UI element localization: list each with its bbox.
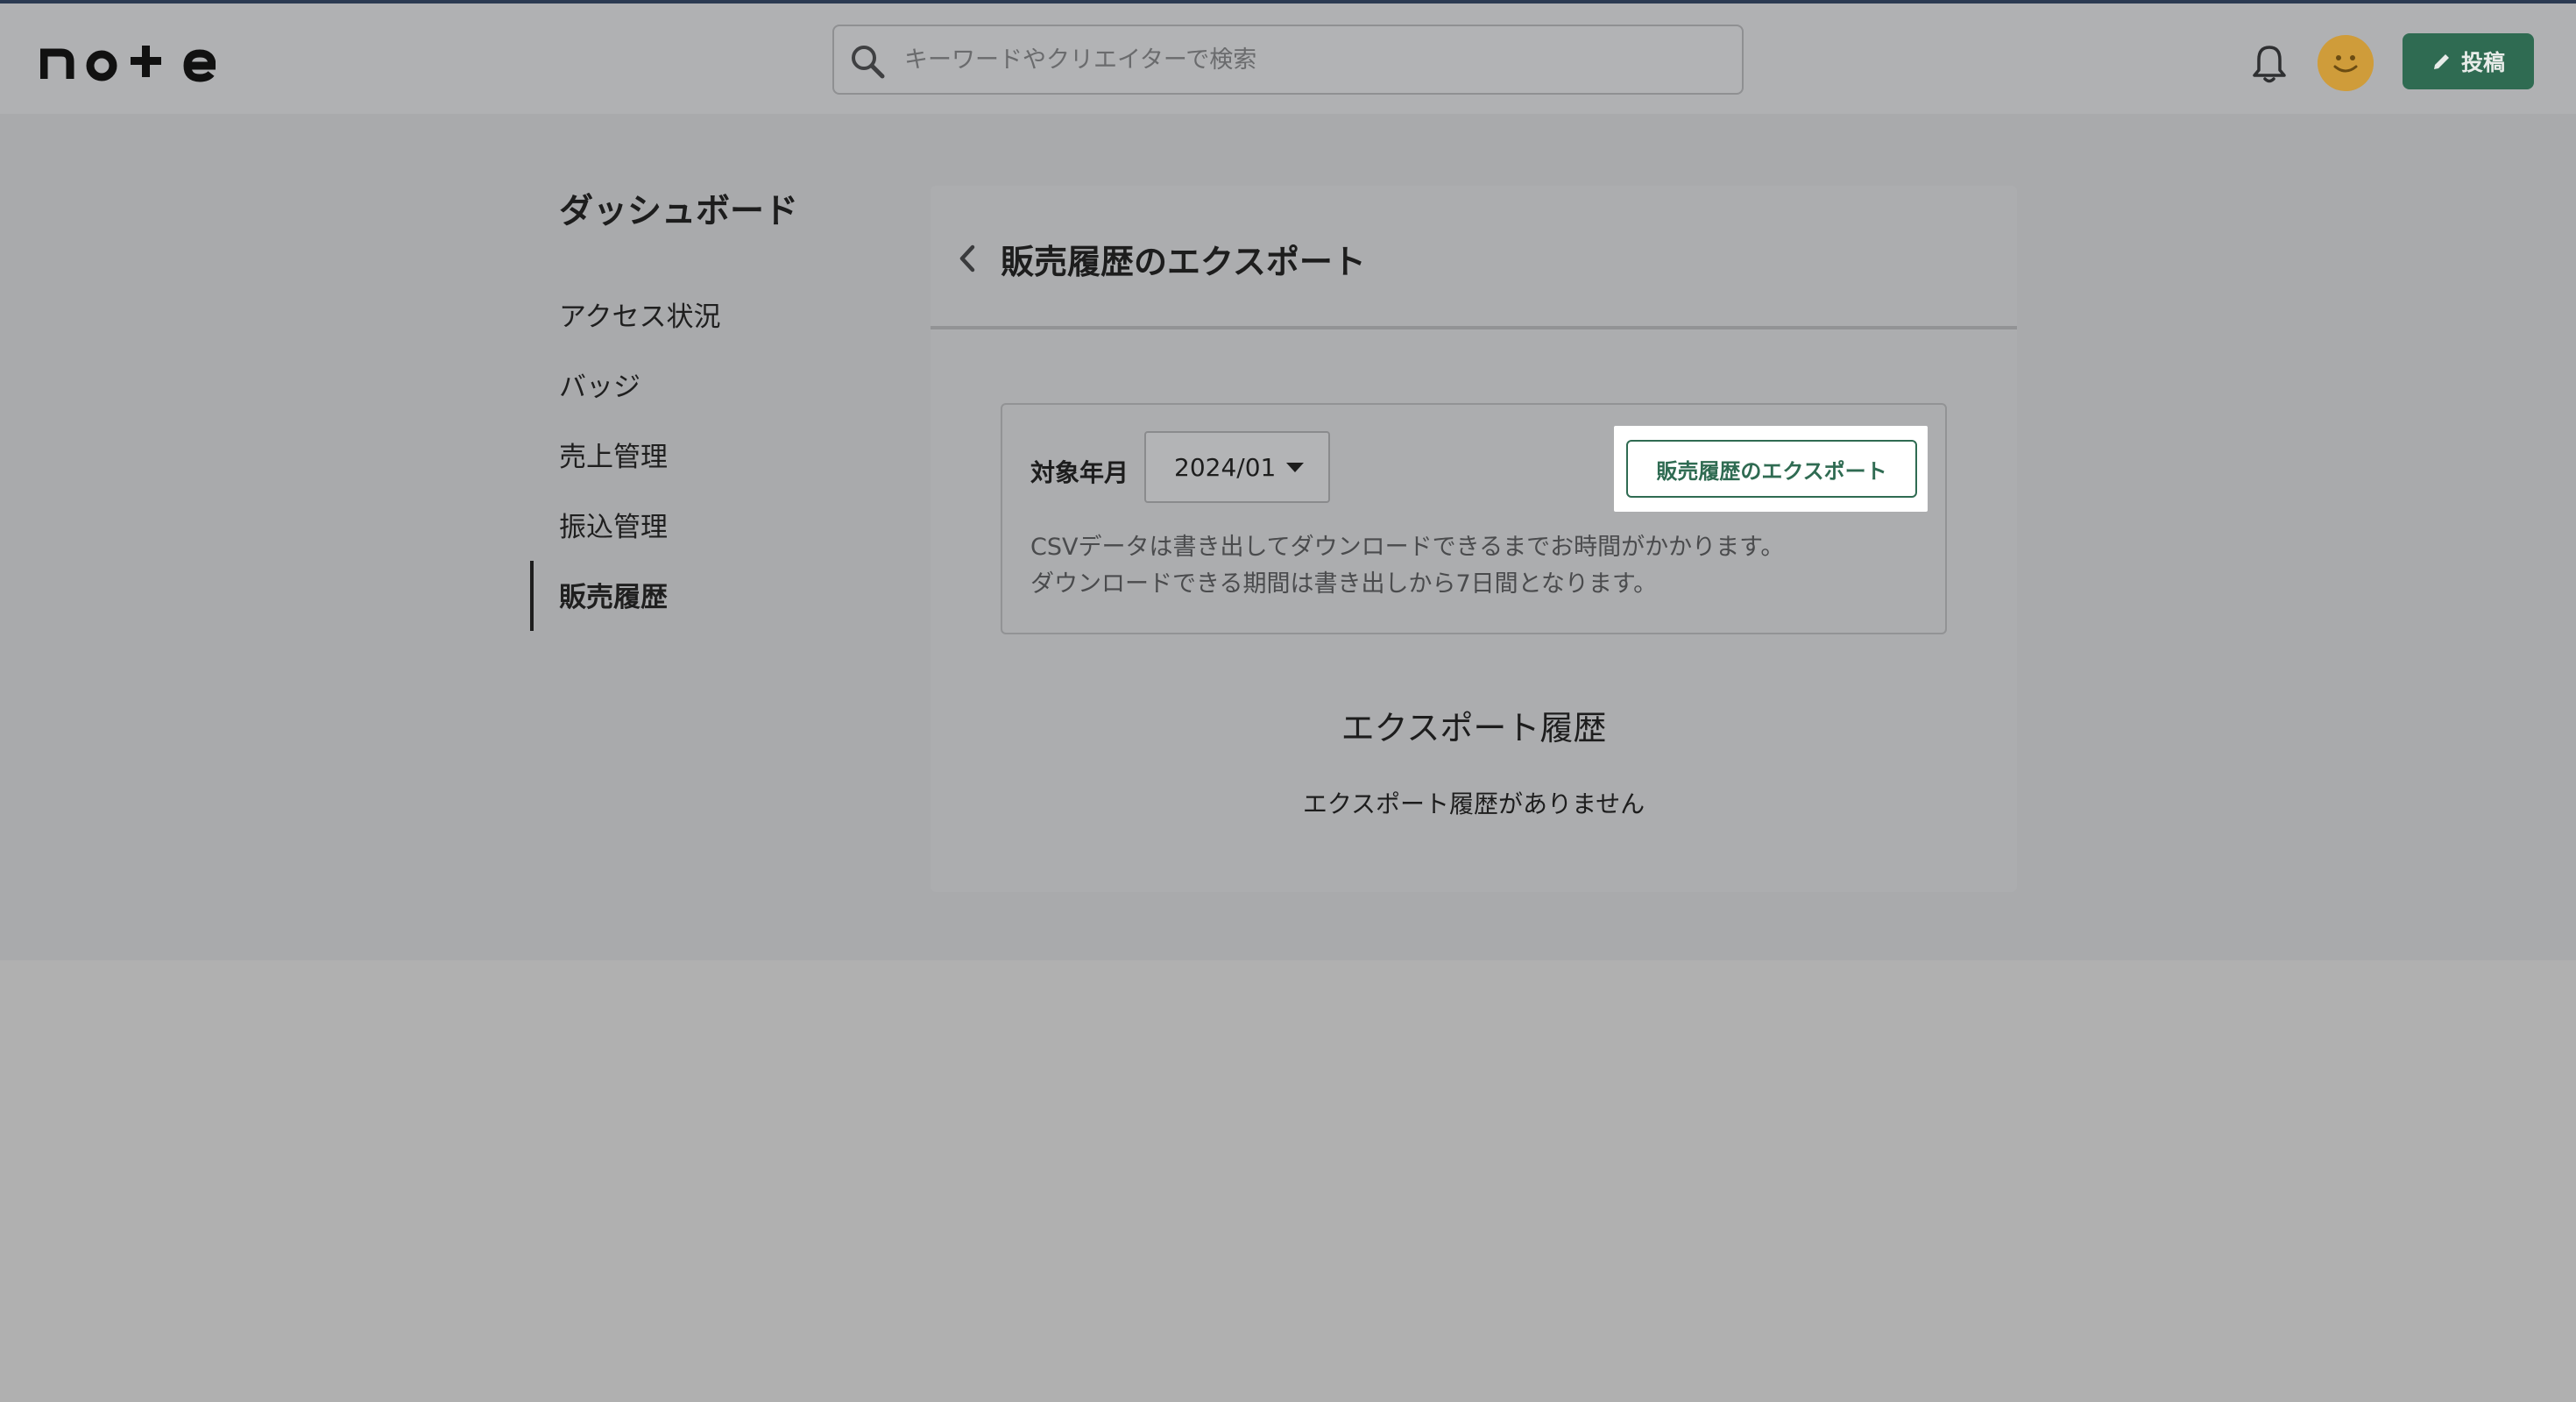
export-history-empty: エクスポート履歴がありません xyxy=(1302,790,1645,818)
target-month-value: 2024/01 xyxy=(1174,452,1277,482)
post-button-label: 投稿 xyxy=(2460,50,2505,75)
sidebar-item-sales-history[interactable]: 販売履歴 xyxy=(559,575,668,614)
page-title: 販売履歴のエクスポート xyxy=(1001,243,1366,281)
sidebar-item-badge[interactable]: バッジ xyxy=(559,365,640,404)
page-footer-area xyxy=(0,960,2576,1402)
bell-icon[interactable] xyxy=(2250,42,2289,84)
chevron-left-icon[interactable] xyxy=(955,240,980,277)
sidebar-active-indicator xyxy=(530,561,534,631)
smiley-face-icon xyxy=(2318,35,2374,91)
export-note-line-1: CSVデータは書き出してダウンロードできるまでお時間がかかります。 xyxy=(1030,534,1785,561)
top-header: 投稿 xyxy=(0,4,2576,114)
sidebar-item-access[interactable]: アクセス状況 xyxy=(559,294,720,334)
export-sales-history-button[interactable]: 販売履歴のエクスポート xyxy=(1626,440,1917,498)
search-input[interactable] xyxy=(904,26,1728,93)
search-bar[interactable] xyxy=(832,25,1744,95)
target-month-select[interactable]: 2024/01 xyxy=(1144,431,1330,503)
sidebar-item-sales[interactable]: 売上管理 xyxy=(559,435,668,474)
export-note-line-2: ダウンロードできる期間は書き出しから7日間となります。 xyxy=(1030,570,1658,598)
post-button[interactable]: 投稿 xyxy=(2403,33,2534,89)
sidebar-item-transfer[interactable]: 振込管理 xyxy=(559,505,668,544)
pencil-icon xyxy=(2433,54,2449,69)
note-logo-icon xyxy=(39,46,216,82)
card-header: 販売履歴のエクスポート xyxy=(931,186,2017,329)
export-card: 販売履歴のエクスポート 対象年月 2024/01 CSVデータは書き出してダウン… xyxy=(931,186,2017,892)
note-logo[interactable] xyxy=(39,37,216,86)
export-history-title: エクスポート履歴 xyxy=(1341,709,1607,747)
avatar[interactable] xyxy=(2318,35,2374,91)
sidebar-title: ダッシュボード xyxy=(559,192,799,231)
search-icon xyxy=(852,46,885,79)
target-month-label: 対象年月 xyxy=(1030,458,1129,487)
export-button-highlight: 販売履歴のエクスポート xyxy=(1614,426,1928,512)
caret-down-icon xyxy=(1286,463,1304,472)
